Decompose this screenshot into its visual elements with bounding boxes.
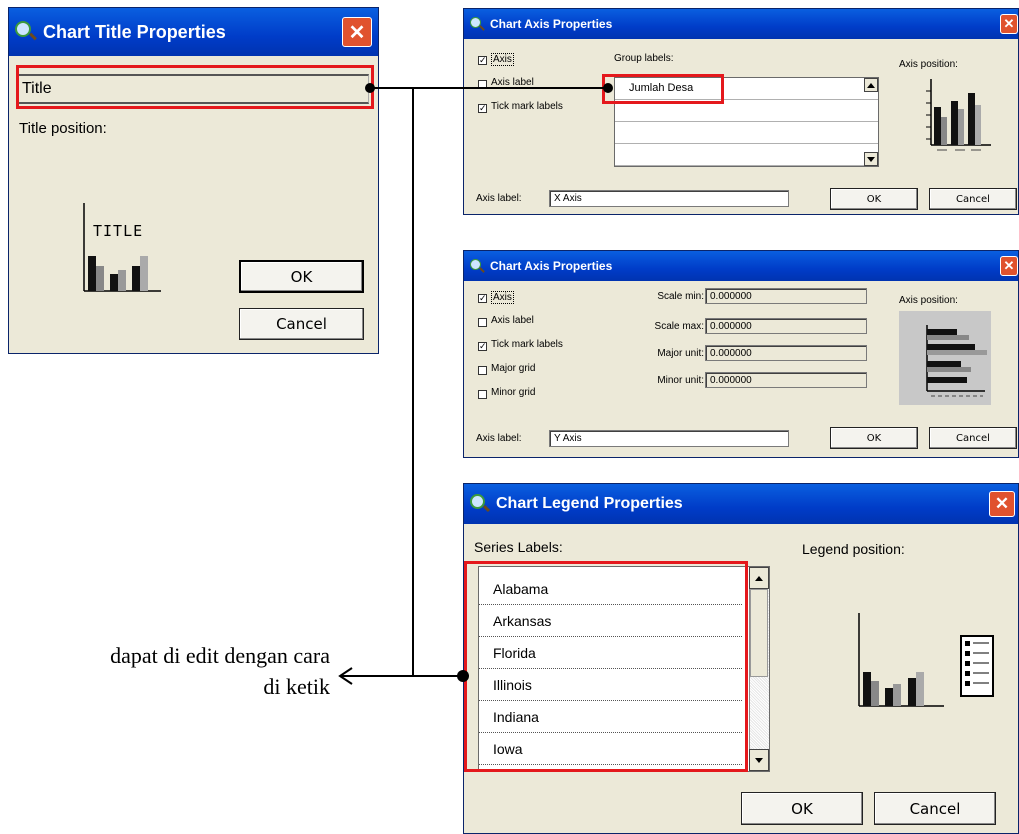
annotation-text-line1: dapat di edit dengan cara (110, 643, 330, 668)
connector-lines (338, 83, 613, 685)
connector-dot (603, 83, 613, 93)
annotation-text-line2: di ketik (263, 674, 330, 699)
connector-dot (365, 83, 375, 93)
connector-dot (457, 670, 469, 682)
